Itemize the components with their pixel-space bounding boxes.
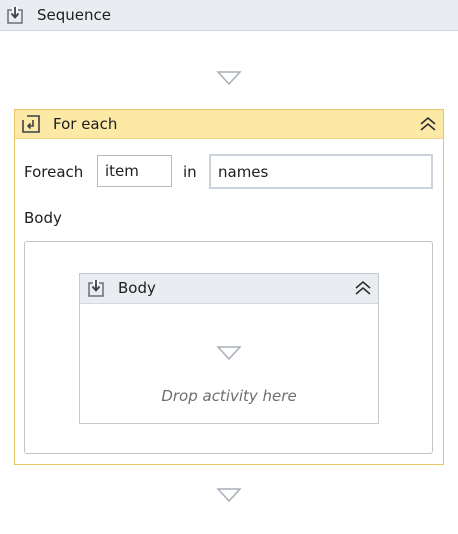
foreach-icon	[22, 115, 40, 133]
drop-target-arrow-icon[interactable]	[216, 487, 242, 503]
drop-activity-hint: Drop activity here	[161, 387, 297, 405]
foreach-label: Foreach	[24, 163, 84, 181]
item-variable-input[interactable]	[97, 155, 172, 187]
in-label: in	[183, 163, 197, 181]
foreach-title: For each	[53, 115, 118, 133]
sequence-icon	[7, 7, 23, 24]
drop-target-arrow-icon[interactable]	[216, 345, 242, 361]
collapse-icon[interactable]	[419, 116, 437, 132]
collection-input[interactable]	[209, 154, 433, 189]
sequence-title: Sequence	[37, 6, 111, 24]
body-label: Body	[24, 209, 62, 227]
sequence-icon	[88, 280, 104, 297]
collapse-icon[interactable]	[354, 280, 372, 296]
drop-target-arrow-icon[interactable]	[216, 70, 242, 86]
body-sequence-title: Body	[118, 279, 156, 297]
